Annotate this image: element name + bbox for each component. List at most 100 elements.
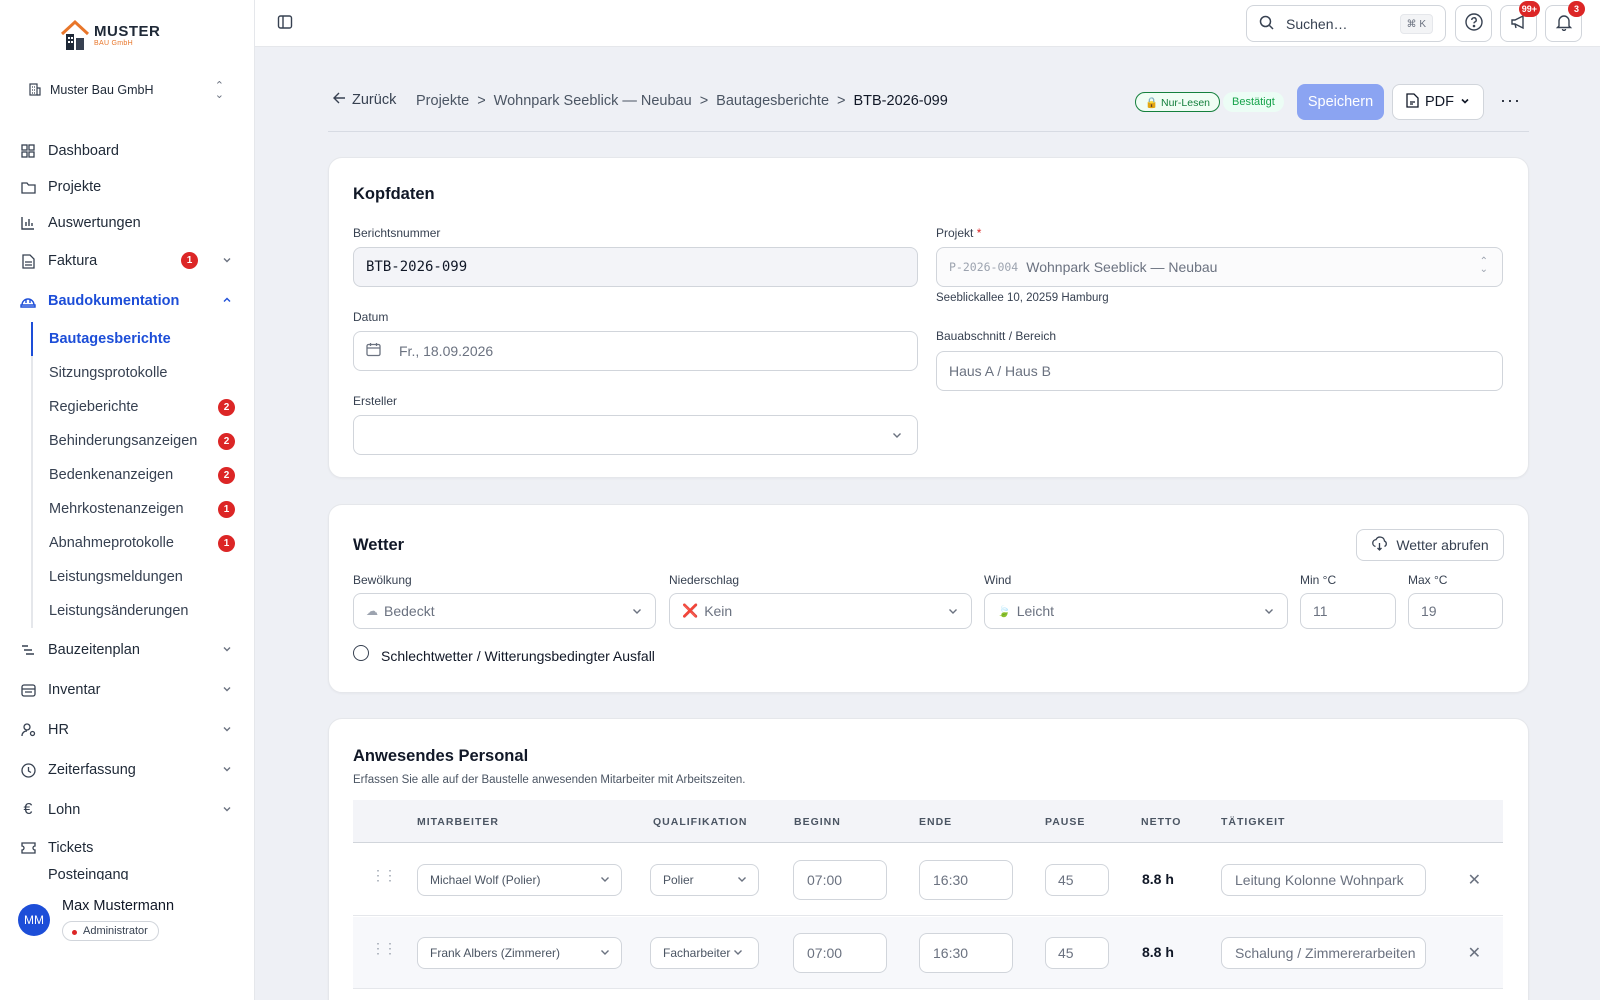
- more-options-icon[interactable]: ···: [1500, 90, 1521, 111]
- notifications-button[interactable]: 3: [1545, 1, 1585, 42]
- breadcrumb-project[interactable]: Wohnpark Seeblick — Neubau: [494, 93, 692, 109]
- pause-input[interactable]: 45: [1045, 937, 1109, 969]
- nav-label: Projekte: [48, 179, 102, 195]
- mitarbeiter-select[interactable]: Michael Wolf (Polier): [417, 864, 622, 896]
- cross-icon: ❌: [682, 603, 699, 618]
- breadcrumb-current: BTB-2026-099: [853, 93, 948, 109]
- nav-faktura[interactable]: Faktura 1: [20, 245, 238, 277]
- nav-dashboard[interactable]: Dashboard: [20, 135, 238, 167]
- sidebar-item-sitzungsprotokolle[interactable]: Sitzungsprotokolle: [33, 356, 241, 390]
- nav-zeiterfassung[interactable]: Zeiterfassung: [20, 754, 238, 786]
- close-icon[interactable]: ✕: [1468, 870, 1481, 890]
- sidebar: MUSTER BAU GmbH Muster Bau GmbH ⌃ ⌄ Dashb…: [0, 0, 255, 1000]
- cloud-icon: ☁: [366, 604, 378, 618]
- chevron-up-down-icon: ⌃ ⌄: [1479, 256, 1488, 275]
- breadcrumb-bautagesberichte[interactable]: Bautagesberichte: [716, 93, 829, 109]
- breadcrumb-projekte[interactable]: Projekte: [416, 93, 469, 109]
- bauabschnitt-input[interactable]: Haus A / Haus B: [936, 351, 1503, 391]
- ende-input[interactable]: 16:30: [919, 933, 1013, 973]
- help-button[interactable]: [1455, 5, 1492, 42]
- nav-inventar[interactable]: Inventar: [20, 674, 238, 706]
- niederschlag-select[interactable]: ❌ Kein: [669, 593, 972, 629]
- qualifikation-select[interactable]: Polier: [650, 864, 759, 896]
- nav-auswertungen[interactable]: Auswertungen: [20, 207, 238, 239]
- calendar-icon: [366, 342, 381, 360]
- beginn-input[interactable]: 07:00: [793, 860, 887, 900]
- wind-label: Wind: [984, 573, 1012, 587]
- grid-icon: [20, 143, 36, 159]
- min-temp-input[interactable]: 11: [1300, 593, 1396, 629]
- back-label: Zurück: [352, 92, 397, 108]
- datum-field[interactable]: Fr., 18.09.2026: [353, 331, 918, 371]
- bewoelkung-select[interactable]: ☁ Bedeckt: [353, 593, 656, 629]
- pdf-button[interactable]: PDF: [1392, 84, 1484, 120]
- drag-handle-icon[interactable]: ⋮⋮: [371, 941, 397, 955]
- sidebar-item-regieberichte[interactable]: Regieberichte 2: [33, 390, 241, 424]
- beginn-input[interactable]: 07:00: [793, 933, 887, 973]
- wind-select[interactable]: 🍃 Leicht: [984, 593, 1288, 629]
- ticket-icon: [20, 840, 36, 856]
- avatar: MM: [18, 904, 50, 936]
- nav-projekte[interactable]: Projekte: [20, 171, 238, 203]
- chevron-up-down-icon: ⌃ ⌄: [214, 80, 224, 101]
- sidebar-item-leistungsmeldungen[interactable]: Leistungsmeldungen: [33, 560, 241, 594]
- datum-value: Fr., 18.09.2026: [399, 343, 494, 359]
- nav-label: Baudokumentation: [48, 293, 180, 309]
- folder-icon: [20, 179, 36, 195]
- sidebar-toggle-icon[interactable]: [277, 14, 293, 33]
- projekt-label: Projekt *: [936, 226, 982, 240]
- drag-handle-icon[interactable]: ⋮⋮: [371, 868, 397, 882]
- chevron-down-icon: [222, 722, 232, 738]
- chevron-down-icon: [1460, 94, 1470, 110]
- company-switcher[interactable]: Muster Bau GmbH ⌃ ⌄: [16, 76, 238, 104]
- user-name: Max Mustermann: [62, 898, 175, 914]
- shortcut-hint: ⌘ K: [1399, 14, 1433, 34]
- user-profile[interactable]: MM Max Mustermann Administrator: [0, 880, 254, 1000]
- chevron-down-icon: [222, 253, 232, 269]
- sidebar-item-mehrkostenanzeigen[interactable]: Mehrkostenanzeigen 1: [33, 492, 241, 526]
- nav-posteingang[interactable]: Posteingang: [20, 866, 238, 880]
- ende-input[interactable]: 16:30: [919, 860, 1013, 900]
- sidebar-item-abnahmeprotokolle[interactable]: Abnahmeprotokolle 1: [33, 526, 241, 560]
- clock-icon: [20, 762, 36, 778]
- nav-tickets[interactable]: Tickets: [20, 832, 238, 864]
- sidebar-item-bautagesberichte[interactable]: Bautagesberichte: [31, 322, 241, 356]
- chevron-down-icon: [599, 946, 611, 961]
- readonly-badge: 🔒 Nur-Lesen: [1135, 92, 1221, 112]
- nav-hr[interactable]: HR: [20, 714, 238, 746]
- euro-icon: €: [23, 801, 33, 818]
- nav-label: Bauzeitenplan: [48, 642, 140, 658]
- nav-label: Auswertungen: [48, 215, 141, 231]
- sidebar-item-bedenkenanzeigen[interactable]: Bedenkenanzeigen 2: [33, 458, 241, 492]
- chevron-down-icon: [947, 604, 959, 620]
- nav-bauzeitenplan[interactable]: Bauzeitenplan: [20, 634, 238, 666]
- qualifikation-select[interactable]: Facharbeiter: [650, 937, 759, 969]
- file-pdf-icon: [1406, 92, 1419, 112]
- bad-weather-label[interactable]: Schlechtwetter / Witterungsbedingter Aus…: [381, 648, 655, 664]
- taetigkeit-input[interactable]: Leitung Kolonne Wohnpark: [1221, 864, 1426, 896]
- taetigkeit-input[interactable]: Schalung / Zimmererarbeiten: [1221, 937, 1426, 969]
- table-header: MITARBEITER QUALIFIKATION BEGINN ENDE PA…: [353, 800, 1503, 843]
- chevron-down-icon: [732, 946, 744, 961]
- save-button[interactable]: Speichern: [1297, 84, 1384, 120]
- company-logo[interactable]: MUSTER BAU GmbH: [60, 18, 160, 52]
- count-badge: 2: [218, 467, 235, 484]
- nav-label: Lohn: [48, 802, 81, 818]
- sidebar-item-leistungsaenderungen[interactable]: Leistungsänderungen: [33, 594, 241, 628]
- sidebar-item-behinderungsanzeigen[interactable]: Behinderungsanzeigen 2: [33, 424, 241, 458]
- announcements-button[interactable]: 99+: [1500, 1, 1540, 42]
- nav-baudokumentation[interactable]: Baudokumentation: [20, 285, 238, 317]
- back-link[interactable]: Zurück: [333, 92, 396, 108]
- projekt-name: Wohnpark Seeblick — Neubau: [1026, 259, 1218, 275]
- pause-input[interactable]: 45: [1045, 864, 1109, 896]
- nav-lohn[interactable]: € Lohn: [20, 794, 238, 826]
- close-icon[interactable]: ✕: [1468, 943, 1481, 963]
- max-temp-input[interactable]: 19: [1408, 593, 1503, 629]
- mitarbeiter-select[interactable]: Frank Albers (Zimmerer): [417, 937, 622, 969]
- bad-weather-radio[interactable]: [353, 645, 369, 661]
- ersteller-select[interactable]: [353, 415, 918, 455]
- divider: [328, 131, 1529, 132]
- pdf-label: PDF: [1425, 94, 1454, 110]
- search-input[interactable]: Suchen… ⌘ K: [1246, 5, 1446, 42]
- fetch-weather-button[interactable]: Wetter abrufen: [1356, 529, 1504, 561]
